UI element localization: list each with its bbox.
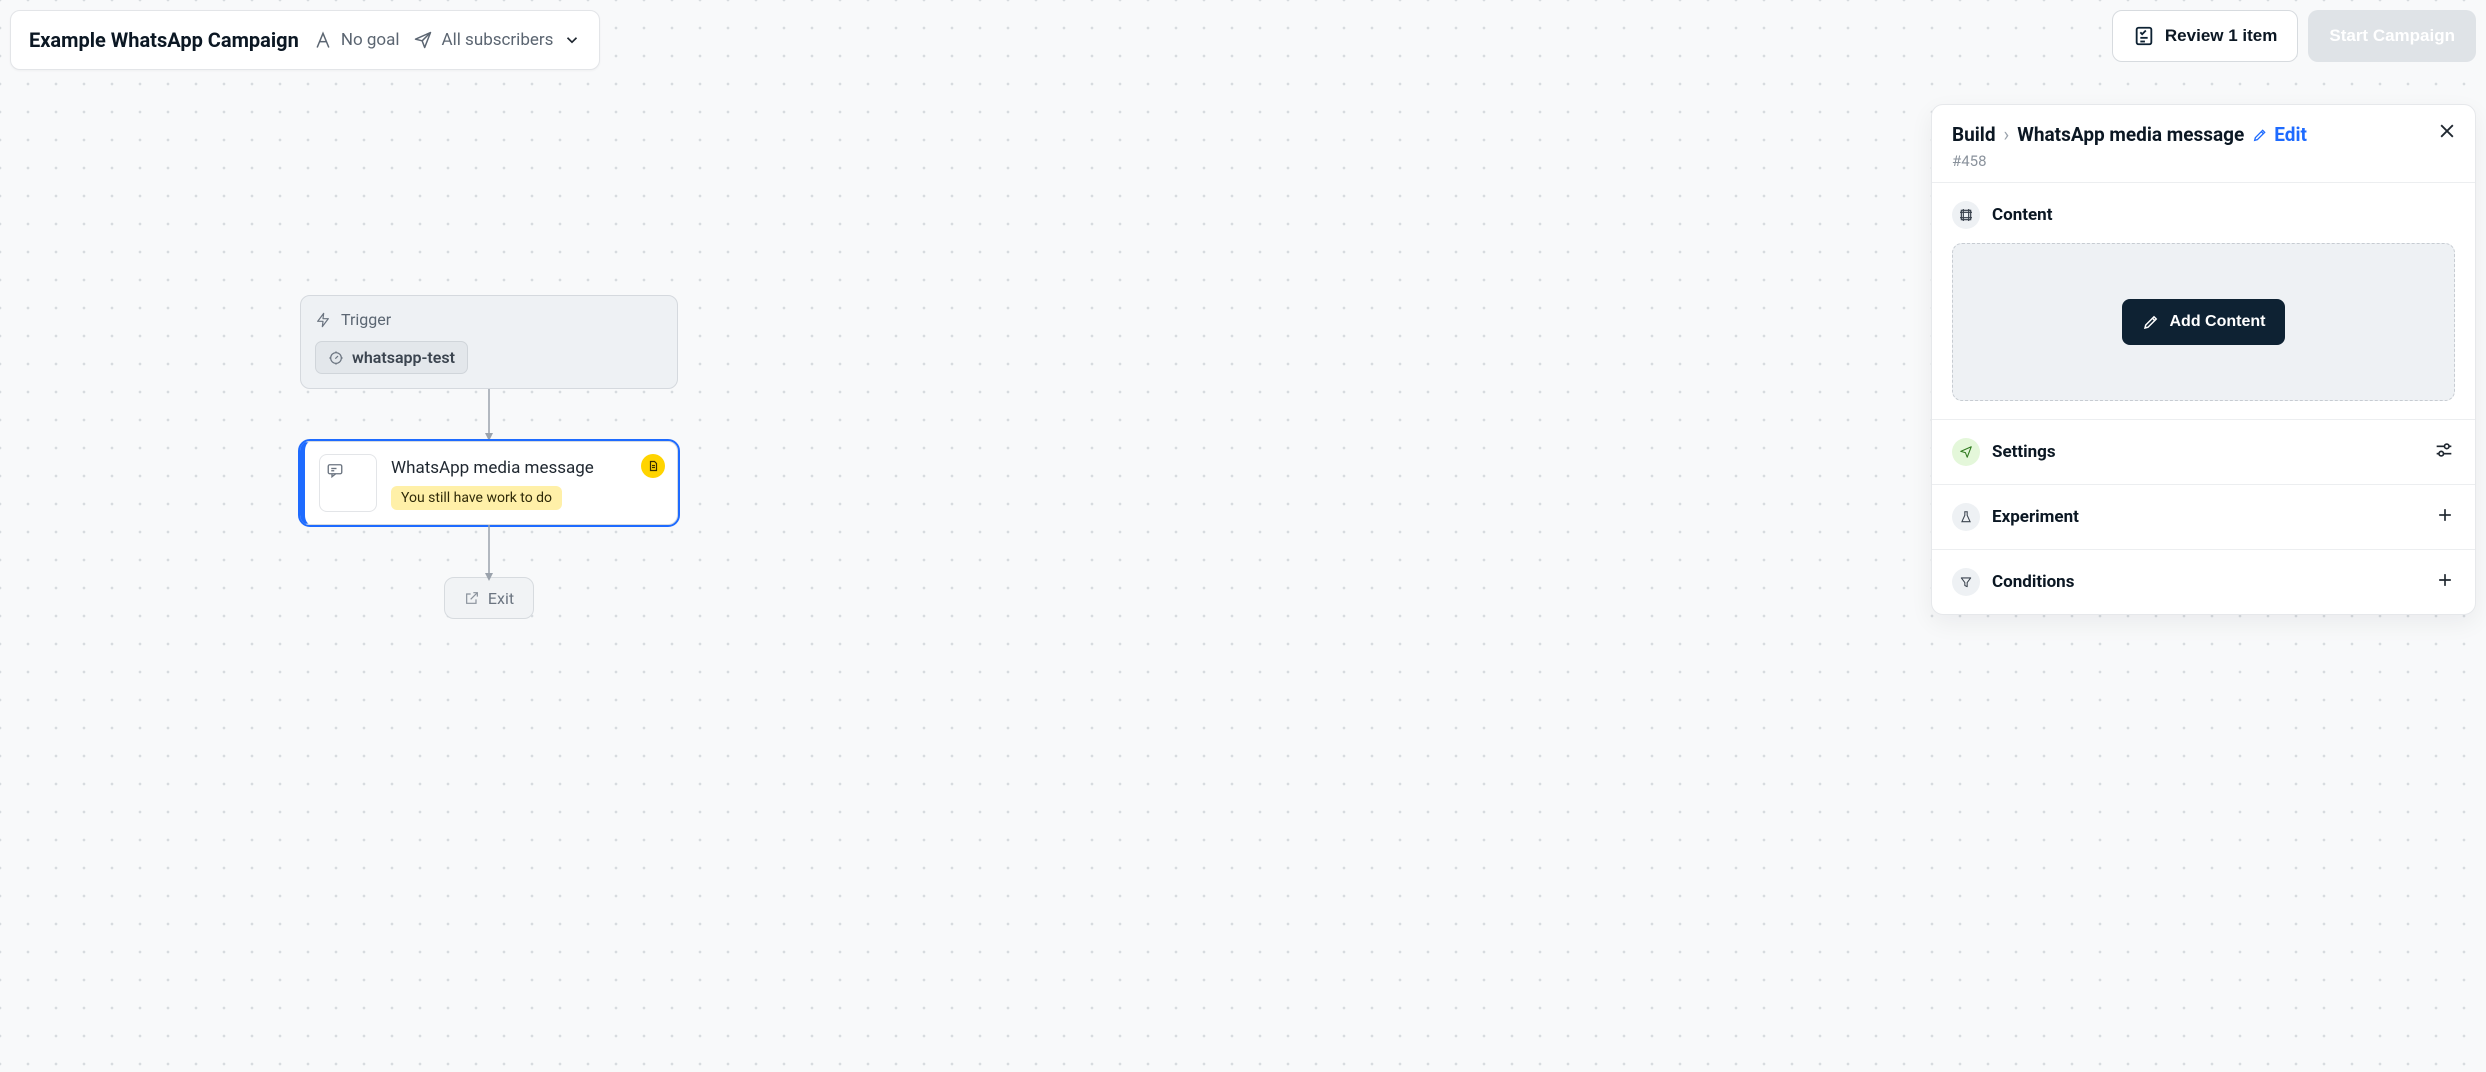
add-content-button[interactable]: Add Content xyxy=(2122,299,2286,345)
section-settings-head[interactable]: Settings xyxy=(1952,438,2455,466)
section-experiment-title: Experiment xyxy=(1992,507,2423,527)
goal-label: No goal xyxy=(341,30,400,50)
chevron-down-icon xyxy=(563,31,581,49)
chevron-right-icon: › xyxy=(2004,123,2010,146)
trigger-tag[interactable]: whatsapp-test xyxy=(315,341,468,374)
sliders-icon xyxy=(2433,439,2455,465)
message-thumbnail xyxy=(319,454,377,512)
lightning-icon xyxy=(315,312,331,328)
section-content-title: Content xyxy=(1992,205,2455,225)
target-icon xyxy=(328,350,344,366)
connector xyxy=(300,389,678,441)
message-warning-badge: You still have work to do xyxy=(391,486,562,510)
campaign-header: Example WhatsApp Campaign No goal All su… xyxy=(10,10,600,70)
section-conditions: Conditions xyxy=(1932,549,2475,614)
edit-link[interactable]: Edit xyxy=(2252,123,2307,146)
section-experiment-head[interactable]: Experiment xyxy=(1952,503,2455,531)
section-content-head[interactable]: Content xyxy=(1952,201,2455,229)
message-title: WhatsApp media message xyxy=(391,458,663,478)
chat-icon xyxy=(326,461,344,479)
start-label: Start Campaign xyxy=(2329,26,2455,46)
exit-label: Exit xyxy=(488,589,514,608)
review-label: Review 1 item xyxy=(2165,26,2277,46)
trigger-tag-label: whatsapp-test xyxy=(352,348,455,367)
message-node[interactable]: WhatsApp media message You still have wo… xyxy=(300,441,678,525)
audience-selector[interactable]: All subscribers xyxy=(413,30,581,50)
exit-node[interactable]: Exit xyxy=(444,577,534,619)
section-conditions-head[interactable]: Conditions xyxy=(1952,568,2455,596)
pencil-icon xyxy=(2142,313,2160,331)
send-icon xyxy=(413,30,433,50)
campaign-title[interactable]: Example WhatsApp Campaign xyxy=(29,28,299,52)
trigger-node[interactable]: Trigger whatsapp-test xyxy=(300,295,678,389)
breadcrumb: Build › WhatsApp media message Edit xyxy=(1952,123,2455,146)
pencil-icon xyxy=(2252,127,2268,143)
plus-icon xyxy=(2435,570,2455,594)
flow-graph: Trigger whatsapp-test WhatsApp media mes… xyxy=(300,295,678,619)
start-campaign-button: Start Campaign xyxy=(2308,10,2476,62)
close-button[interactable] xyxy=(2437,121,2457,145)
section-experiment: Experiment xyxy=(1932,484,2475,549)
close-icon xyxy=(2437,121,2457,141)
panel-subtitle: #458 xyxy=(1952,152,2455,170)
send-icon xyxy=(1952,438,1980,466)
goal-selector[interactable]: No goal xyxy=(313,30,400,50)
exit-icon xyxy=(464,590,480,606)
trigger-header: Trigger xyxy=(315,310,663,329)
breadcrumb-current: WhatsApp media message xyxy=(2017,123,2244,146)
section-settings-title: Settings xyxy=(1992,442,2421,462)
trigger-label: Trigger xyxy=(341,310,391,329)
status-badge xyxy=(641,454,665,478)
audience-label: All subscribers xyxy=(441,30,553,50)
panel-header: Build › WhatsApp media message Edit #458 xyxy=(1932,105,2475,182)
checklist-icon xyxy=(2133,25,2155,47)
section-content: Content Add Content xyxy=(1932,182,2475,419)
review-button[interactable]: Review 1 item xyxy=(2112,10,2298,62)
section-settings: Settings xyxy=(1932,419,2475,484)
connector xyxy=(300,525,678,577)
message-body: WhatsApp media message You still have wo… xyxy=(391,454,663,512)
frame-icon xyxy=(1952,201,1980,229)
flag-icon xyxy=(313,30,333,50)
section-conditions-title: Conditions xyxy=(1992,572,2423,592)
top-actions: Review 1 item Start Campaign xyxy=(2112,10,2476,62)
edit-label: Edit xyxy=(2274,123,2307,146)
plus-icon xyxy=(2435,505,2455,529)
add-content-label: Add Content xyxy=(2170,313,2266,331)
content-dropzone[interactable]: Add Content xyxy=(1952,243,2455,401)
flask-icon xyxy=(1952,503,1980,531)
breadcrumb-root[interactable]: Build xyxy=(1952,123,1996,146)
document-icon xyxy=(647,460,659,472)
details-panel: Build › WhatsApp media message Edit #458… xyxy=(1931,104,2476,615)
funnel-icon xyxy=(1952,568,1980,596)
